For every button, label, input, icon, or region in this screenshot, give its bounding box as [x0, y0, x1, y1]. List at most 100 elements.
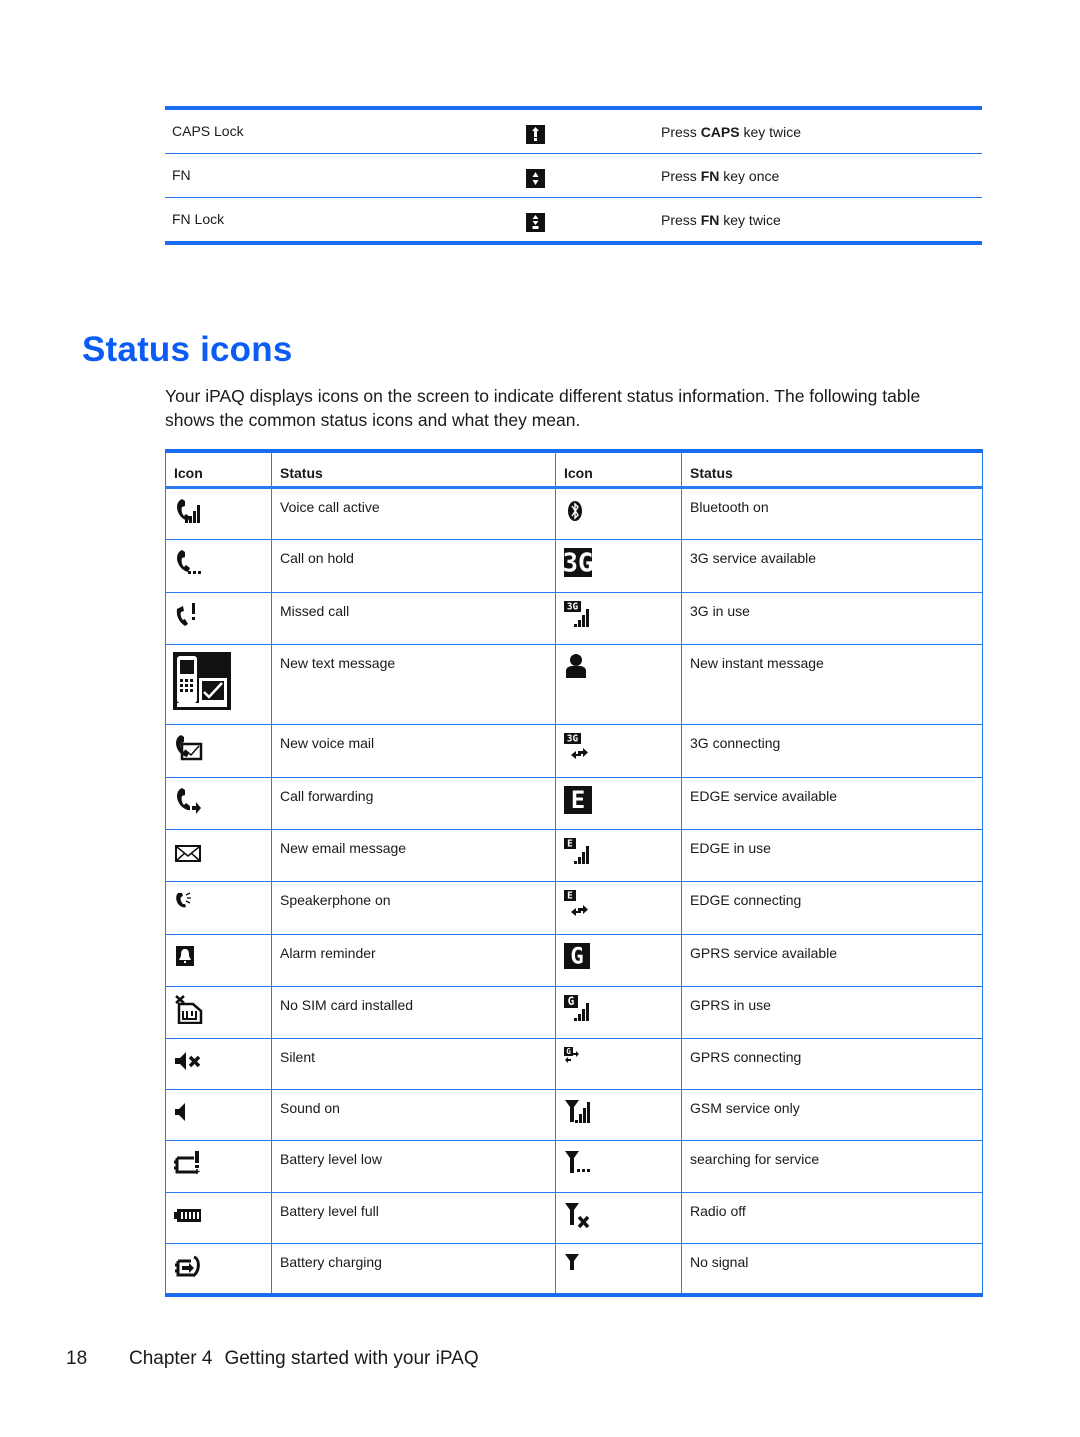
status-cell: EDGE service available [681, 776, 983, 830]
bluetooth-icon [568, 500, 582, 521]
status-cell: Silent [271, 1037, 556, 1090]
icon-cell [165, 1139, 272, 1193]
status-icons-table: Icon Status Icon Status Voice call activ… [165, 449, 983, 1297]
key-name: FN [172, 167, 191, 183]
status-text: Silent [280, 1048, 316, 1065]
status-text: EDGE in use [690, 839, 771, 856]
icon-cell: E [555, 776, 682, 830]
status-cell: New email message [271, 828, 556, 882]
status-cell: Battery level low [271, 1139, 556, 1193]
status-text: Call forwarding [280, 787, 374, 804]
status-cell: Battery level full [271, 1191, 556, 1244]
status-text: EDGE connecting [690, 891, 802, 908]
icon-cell: 3G [555, 723, 682, 778]
status-text: No signal [690, 1253, 749, 1270]
status-cell: Call on hold [271, 538, 556, 593]
status-cell: Radio off [681, 1191, 983, 1244]
column-header-icon: Icon [165, 450, 272, 489]
key-description: Press FN key once [661, 168, 780, 184]
status-text: GPRS in use [690, 996, 771, 1013]
svg-text:G: G [568, 995, 575, 1008]
icon-cell [165, 723, 272, 778]
svg-text:G: G [570, 943, 583, 969]
alarm-icon [176, 945, 194, 966]
status-text: 3G service available [690, 549, 817, 566]
status-text: Radio off [690, 1202, 746, 1219]
table-row: Battery level full Radio off [165, 1191, 983, 1244]
fn-icon [526, 169, 545, 188]
status-cell: GSM service only [681, 1088, 983, 1141]
status-cell: Call forwarding [271, 776, 556, 830]
table-row: Speakerphone on E EDGE connecting [165, 880, 983, 935]
table-row: Missed call 3G 3G in use [165, 591, 983, 645]
status-cell: 3G connecting [681, 723, 983, 778]
status-text: Missed call [280, 602, 350, 619]
status-text: GPRS connecting [690, 1048, 802, 1065]
status-text: Alarm reminder [280, 944, 376, 961]
icon-cell [165, 828, 272, 882]
icon-cell [165, 933, 272, 987]
svg-text:G: G [566, 1047, 571, 1056]
no-signal-icon [565, 1253, 579, 1270]
status-cell: Voice call active [271, 486, 556, 540]
status-text: New voice mail [280, 734, 375, 751]
icon-cell [165, 985, 272, 1039]
status-text: searching for service [690, 1150, 820, 1167]
svg-text:E: E [567, 890, 573, 901]
gprs-in-use-icon: G [564, 994, 589, 1021]
status-text: Bluetooth on [690, 498, 769, 515]
icon-cell [165, 880, 272, 935]
status-cell: Speakerphone on [271, 880, 556, 935]
svg-text:E: E [571, 785, 585, 813]
status-text: Speakerphone on [280, 891, 391, 908]
status-text: 3G in use [690, 602, 750, 619]
icon-cell [555, 1191, 682, 1244]
status-cell: Missed call [271, 591, 556, 645]
table-row: Sound on GSM service only [165, 1088, 983, 1141]
no-sim-icon [175, 994, 203, 1024]
new-voice-mail-icon [176, 734, 203, 760]
3g-connecting-icon: 3G [564, 732, 588, 759]
status-cell: Sound on [271, 1088, 556, 1141]
status-cell: 3G service available [681, 538, 983, 593]
status-text: EDGE service available [690, 787, 838, 804]
status-cell: GPRS connecting [681, 1037, 983, 1090]
fn-lock-icon [526, 213, 545, 232]
key-row-fn-lock: FN Lock Press FN key twice [165, 198, 982, 241]
status-cell: New instant message [681, 643, 983, 725]
call-forwarding-icon [177, 787, 201, 814]
battery-full-icon [174, 1208, 201, 1222]
icon-cell [165, 538, 272, 593]
icon-cell [165, 1191, 272, 1244]
icon-cell: G [555, 933, 682, 987]
icon-cell [165, 591, 272, 645]
icon-cell: G [555, 985, 682, 1039]
email-icon [175, 844, 201, 862]
page-footer: 18 Chapter 4 Getting started with your iPA… [66, 1348, 479, 1370]
table-row: New voice mail 3G 3G connecting [165, 723, 983, 778]
status-text: New email message [280, 839, 407, 856]
status-cell: Battery charging [271, 1242, 556, 1296]
status-text: No SIM card installed [280, 996, 414, 1013]
status-cell: Alarm reminder [271, 933, 556, 987]
icon-cell [555, 1139, 682, 1193]
status-text: Voice call active [280, 498, 380, 515]
page-number: 18 [66, 1348, 88, 1369]
battery-low-icon [174, 1150, 200, 1174]
battery-charging-icon [175, 1255, 200, 1277]
key-name: FN Lock [172, 211, 225, 227]
status-text: Battery charging [280, 1253, 382, 1270]
icon-cell [555, 486, 682, 540]
icon-cell [165, 486, 272, 540]
status-text: 3G connecting [690, 734, 781, 751]
gprs-available-icon: G [564, 942, 590, 969]
icon-cell [165, 1088, 272, 1141]
icon-cell: 3G [555, 538, 682, 593]
status-text: New text message [280, 654, 396, 671]
icon-cell [555, 1242, 682, 1296]
key-name: CAPS Lock [172, 123, 244, 139]
icon-cell [165, 1037, 272, 1090]
table-row: Voice call active Bluetooth on [165, 486, 983, 540]
svg-text:3G: 3G [567, 733, 579, 744]
column-header-icon: Icon [555, 450, 682, 489]
